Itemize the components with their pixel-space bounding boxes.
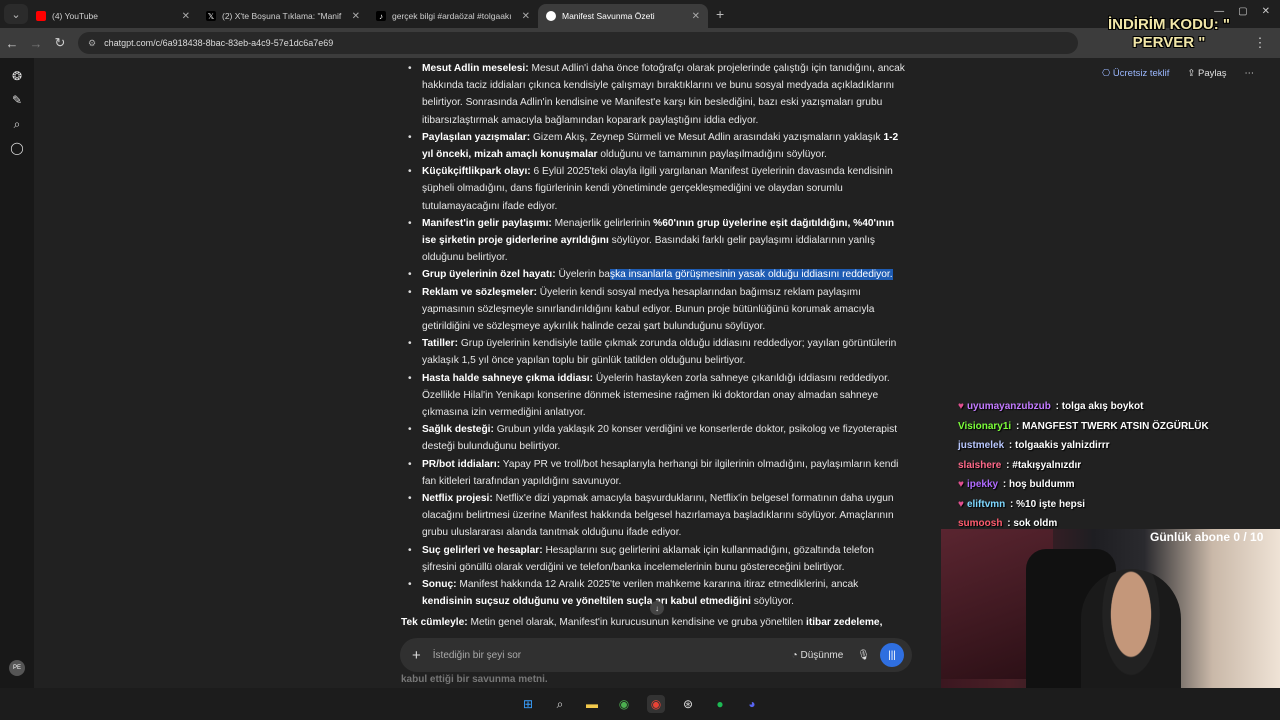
close-icon[interactable]: ✕ (352, 11, 360, 22)
message-composer[interactable]: + İstediğin bir şeyi sor ◔ Düşünme 🎙 ||| (400, 638, 912, 672)
list-item: Reklam ve sözleşmeler: Üyelerin kendi so… (401, 284, 911, 336)
tab-chatgpt[interactable]: Manifest Savunma Özeti ✕ (538, 4, 708, 28)
url-field[interactable]: ⚙ chatgpt.com/c/6a918438-8bac-83eb-a4c9-… (78, 32, 1078, 54)
chat-username: justmelek (958, 440, 1005, 451)
tab-x[interactable]: 𝕏 (2) X'te Boşuna Tıklama: "Manif ✕ (198, 4, 368, 28)
list-item: Paylaşılan yazışmalar: Gizem Akış, Zeyne… (401, 129, 911, 163)
chat-text: : %10 işte hepsi (1007, 498, 1086, 510)
chat-text: : tolga akış boykot (1052, 401, 1144, 412)
assistant-message: Mesut Adlin meselesi: Mesut Adlin'i daha… (401, 60, 911, 631)
address-bar: ← → ↻ ⚙ chatgpt.com/c/6a918438-8bac-83eb… (0, 28, 1280, 58)
chat-message: ♥ ipekky : hoş buldumm (958, 475, 1278, 495)
openai-logo-icon[interactable]: ❂ (0, 64, 34, 88)
discord-icon[interactable]: ◕ (743, 695, 761, 713)
menu-icon[interactable]: ⋮ (1248, 35, 1272, 51)
bullet-list: Mesut Adlin meselesi: Mesut Adlin'i daha… (401, 60, 911, 611)
search-icon[interactable]: ⌕ (551, 695, 569, 713)
list-item: Grup üyelerinin özel hayatı: Üyelerin ba… (401, 266, 911, 284)
chat-message: Visionary1i : MANGFEST TWERK ATSIN ÖZGÜR… (958, 417, 1278, 437)
add-attachment-icon[interactable]: + (412, 647, 421, 664)
tab-title: gerçek bilgi #ardaözal #tolgaakı (392, 11, 512, 21)
tab-youtube[interactable]: (4) YouTube ✕ (28, 4, 198, 28)
close-icon[interactable]: ✕ (692, 11, 700, 22)
stream-chat: ♥ uyumayanzubzub : tolga akış boykot Visio… (958, 397, 1278, 534)
search-icon[interactable]: ⌕ (0, 112, 34, 136)
tab-tiktok[interactable]: ♪ gerçek bilgi #ardaözal #tolgaakı ✕ (368, 4, 538, 28)
new-chat-icon[interactable]: ✎ (0, 88, 34, 112)
forward-icon[interactable]: → (24, 36, 48, 51)
new-tab-button[interactable]: + (716, 6, 724, 22)
message-input[interactable]: İstediğin bir şeyi sor (433, 650, 792, 661)
list-item: Küçükçiftlikpark olayı: 6 Eylül 2025'tek… (401, 163, 911, 215)
voice-mode-button[interactable]: ||| (880, 643, 904, 667)
list-item: Sağlık desteği: Grubun yılda yaklaşık 20… (401, 421, 911, 455)
chat-username: ipekky (966, 479, 999, 490)
chat-message: justmelek : tolgaakis yalnizdirrr (958, 436, 1278, 456)
list-item: Mesut Adlin meselesi: Mesut Adlin'i daha… (401, 60, 911, 129)
chat-username: slaishere (958, 459, 1002, 471)
youtube-icon (36, 11, 46, 21)
scroll-down-button[interactable]: ↓ (650, 601, 664, 615)
chat-text: : #takışyalnızdır (1003, 459, 1082, 471)
list-item: Suç gelirleri ve hesaplar: Hesaplarını s… (401, 542, 911, 576)
close-icon[interactable]: ✕ (522, 11, 530, 22)
header-actions: ⎔ Ücretsiz teklif ⇪ Paylaş ⋯ (1102, 68, 1254, 79)
chatgpt-icon (546, 11, 556, 21)
more-options-icon[interactable]: ⋯ (1245, 68, 1255, 79)
summary-paragraph: Tek cümleyle: Metin genel olarak, Manife… (401, 616, 883, 628)
chat-username: uyumayanzubzub (966, 401, 1051, 412)
tiktok-icon: ♪ (376, 11, 386, 21)
tab-title: (2) X'te Boşuna Tıklama: "Manif (222, 11, 342, 21)
subscriber-counter: Günlük abone 0 / 10 (1150, 530, 1264, 544)
windows-taskbar: ⊞ ⌕ ▬ ◉ ◉ ⊛ ● ◕ (0, 688, 1280, 720)
back-icon[interactable]: ← (0, 36, 24, 51)
url-text: chatgpt.com/c/6a918438-8bac-83eb-a4c9-57… (104, 38, 334, 48)
spotify-icon[interactable]: ● (711, 695, 729, 713)
list-item: Manifest'in gelir paylaşımı: Menajerlik … (401, 215, 911, 267)
badge-icon: ♥ (958, 498, 964, 510)
chats-icon[interactable]: ◯ (0, 136, 34, 160)
badge-icon: ♥ (958, 401, 964, 412)
hidden-text-below: kabul ettiği bir savunma metni. (401, 674, 548, 685)
share-button[interactable]: ⇪ Paylaş (1187, 68, 1226, 79)
avatar[interactable]: PE (9, 660, 25, 676)
list-item: PR/bot iddiaları: Yapay PR ve troll/bot … (401, 456, 911, 490)
chat-message: ♥ uyumayanzubzub : tolga akış boykot (958, 397, 1278, 417)
close-icon[interactable]: ✕ (182, 11, 190, 22)
chrome-icon[interactable]: ◉ (647, 695, 665, 713)
obs-icon[interactable]: ⊛ (679, 695, 697, 713)
chat-text: : tolgaakis yalnizdirrr (1006, 440, 1110, 451)
thinking-toggle[interactable]: ◔ Düşünme (792, 650, 844, 661)
tab-title: Manifest Savunma Özeti (562, 11, 655, 21)
site-info-icon[interactable]: ⚙ (88, 38, 96, 49)
text-selection: şka insanlarla görüşmesinin yasak olduğu… (609, 269, 893, 281)
browser-tab-bar: ⌄ (4) YouTube ✕ 𝕏 (2) X'te Boşuna Tıklam… (0, 0, 1280, 28)
chat-username: Visionary1i (958, 420, 1012, 432)
tab-search-button[interactable]: ⌄ (4, 4, 28, 24)
chrome-icon[interactable]: ◉ (615, 695, 633, 713)
tab-title: (4) YouTube (52, 11, 98, 21)
promo-code-overlay: İNDİRİM KODU: " PERVER " (1107, 16, 1231, 51)
microphone-icon[interactable]: 🎙 (857, 650, 870, 661)
chat-message: ♥ eliftvmn : %10 işte hepsi (958, 495, 1278, 515)
chat-text: : MANGFEST TWERK ATSIN ÖZGÜRLÜK (1013, 420, 1209, 432)
chat-text: : hoş buldumm (1000, 479, 1075, 490)
maximize-icon[interactable]: ▢ (1238, 6, 1247, 17)
chatgpt-sidebar: ❂ ✎ ⌕ ◯ PE (0, 58, 34, 688)
free-offer-button[interactable]: ⎔ Ücretsiz teklif (1102, 68, 1169, 79)
reload-icon[interactable]: ↻ (48, 35, 72, 51)
chat-username: sumoosh (958, 518, 1003, 529)
file-explorer-icon[interactable]: ▬ (583, 695, 601, 713)
x-icon: 𝕏 (206, 11, 216, 21)
list-item: Hasta halde sahneye çıkma iddiası: Üyele… (401, 370, 911, 422)
windows-start-icon[interactable]: ⊞ (519, 695, 537, 713)
badge-icon: ♥ (958, 479, 964, 490)
list-item: Netflix projesi: Netflix'e dizi yapmak a… (401, 490, 911, 542)
list-item: Tatiller: Grup üyelerinin kendisiyle tat… (401, 335, 911, 369)
chat-text: : sok oldm (1004, 518, 1058, 529)
chat-username: eliftvmn (966, 498, 1006, 510)
chat-message: slaishere : #takışyalnızdır (958, 456, 1278, 476)
close-window-icon[interactable]: ✕ (1262, 6, 1270, 17)
